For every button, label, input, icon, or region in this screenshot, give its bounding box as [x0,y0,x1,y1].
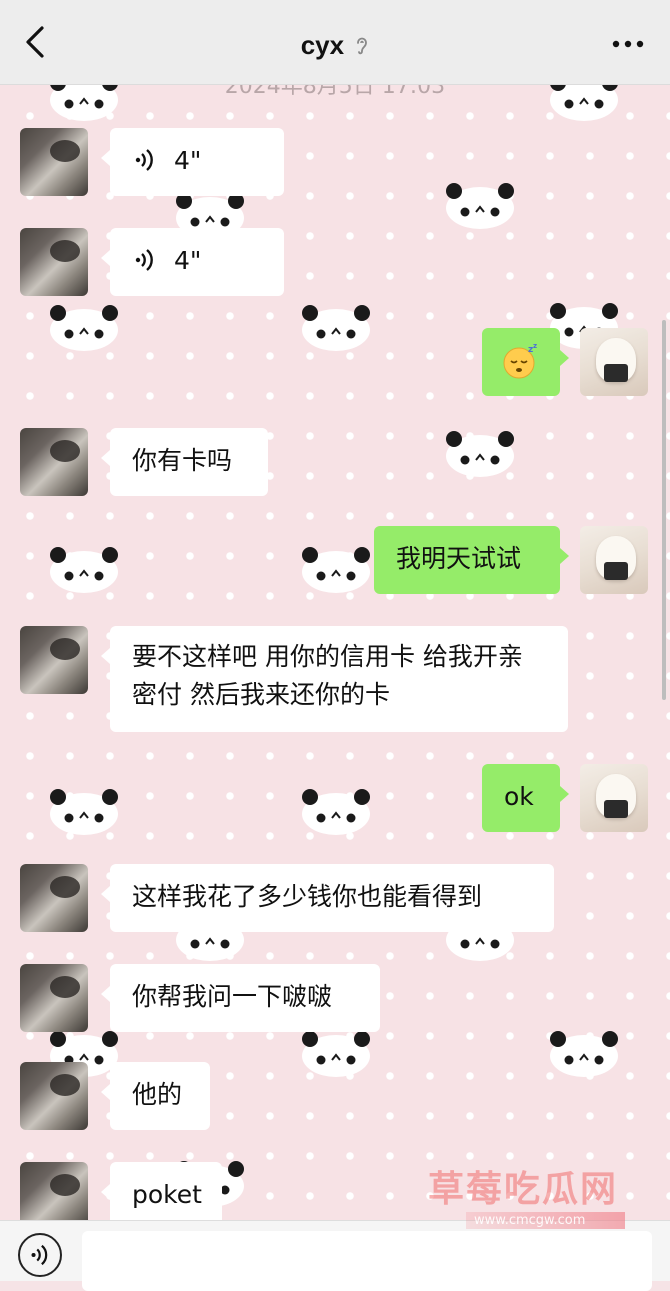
panda-decoration-icon [445,182,515,230]
voice-message-bubble[interactable]: 4" [101,128,284,196]
chat-title: cyx [0,30,670,61]
watermark-url: www.cmcgw.com [466,1212,626,1229]
message-text: 这样我花了多少钱你也能看得到 [132,882,483,911]
text-message-bubble[interactable]: 这样我花了多少钱你也能看得到 [101,864,554,932]
voice-wave-icon [31,1244,48,1266]
chat-scrollbar[interactable] [662,320,666,700]
voice-duration: 4" [173,246,202,275]
message-text: 他的 [132,1080,183,1109]
nav-bar: cyx [0,0,670,85]
contact-avatar[interactable] [20,128,88,196]
panda-decoration-icon [301,788,371,836]
contact-avatar[interactable] [20,1062,88,1130]
panda-decoration-icon [49,304,119,352]
voice-wave-icon [135,249,153,271]
more-options-icon[interactable] [612,40,644,48]
message-text: 我明天试试 [396,544,522,573]
contact-avatar[interactable] [20,626,88,694]
earpiece-mode-icon [357,37,368,55]
text-message-bubble[interactable]: 你有卡吗 [101,428,268,496]
contact-avatar[interactable] [20,964,88,1032]
contact-avatar[interactable] [20,864,88,932]
message-text: 你有卡吗 [132,446,233,475]
panda-decoration-icon [445,430,515,478]
message-text: poket [132,1180,202,1209]
sleeping-face-emoji-icon: z z [503,342,537,379]
voice-input-button[interactable] [18,1233,62,1277]
watermark-text: 草莓吃瓜网 [428,1169,619,1210]
voice-duration: 4" [173,146,202,175]
my-avatar[interactable] [580,328,648,396]
panda-decoration-icon [49,788,119,836]
panda-decoration-icon [301,304,371,352]
voice-message-bubble[interactable]: 4" [101,228,284,296]
message-text: 要不这样吧 用你的信用卡 给我开亲密付 然后我来还你的卡 [132,642,523,709]
contact-avatar[interactable] [20,228,88,296]
input-bar [0,1220,670,1291]
panda-decoration-icon [549,1030,619,1078]
text-message-bubble[interactable]: 他的 [101,1062,210,1130]
message-text: 你帮我问一下啵啵 [132,982,333,1011]
message-input-field[interactable] [82,1231,652,1291]
text-message-bubble[interactable]: ok [482,764,569,832]
my-avatar[interactable] [580,764,648,832]
text-message-bubble[interactable]: 你帮我问一下啵啵 [101,964,380,1032]
panda-decoration-icon [49,546,119,594]
contact-avatar[interactable] [20,428,88,496]
my-avatar[interactable] [580,526,648,594]
text-message-bubble[interactable]: 我明天试试 [374,526,569,594]
contact-name: cyx [300,30,345,60]
panda-decoration-icon [301,1030,371,1078]
message-text: ok [504,782,534,811]
text-message-bubble[interactable]: 要不这样吧 用你的信用卡 给我开亲密付 然后我来还你的卡 [101,626,568,732]
svg-text:z: z [533,342,537,350]
panda-decoration-icon [301,546,371,594]
voice-wave-icon [135,149,153,171]
emoji-message-bubble[interactable]: z z [482,328,569,396]
